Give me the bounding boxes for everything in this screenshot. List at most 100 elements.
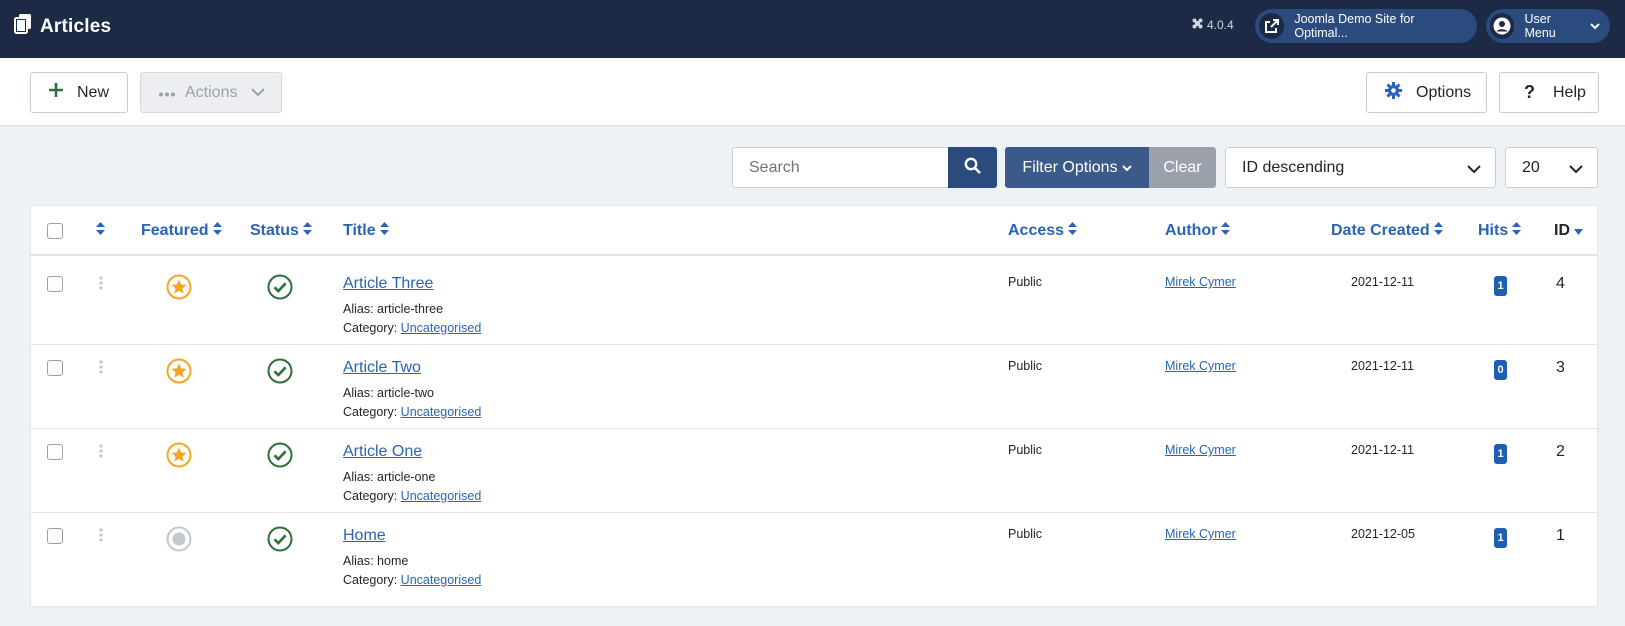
actions-button[interactable]: Actions	[140, 72, 282, 113]
chevron-down-icon	[1121, 159, 1132, 177]
star-icon[interactable]	[166, 358, 192, 389]
published-check-icon[interactable]	[267, 442, 293, 473]
date-created-column-header[interactable]: Date Created	[1331, 222, 1443, 240]
row-checkbox[interactable]	[47, 444, 63, 460]
sort-icon	[1221, 222, 1231, 240]
date-created: 2021-12-11	[1351, 275, 1415, 289]
row-checkbox[interactable]	[47, 276, 63, 292]
category-prefix: Category:	[343, 489, 401, 503]
drag-handle-icon[interactable]	[99, 444, 103, 463]
drag-handle-icon[interactable]	[99, 528, 103, 547]
article-alias: Alias: article-one	[343, 470, 435, 484]
id-header-label: ID	[1554, 222, 1570, 239]
hits-column-header[interactable]: Hits	[1478, 222, 1522, 240]
alias-prefix: Alias:	[343, 470, 378, 484]
status-header-label: Status	[250, 222, 299, 239]
category-link[interactable]: Uncategorised	[401, 321, 482, 335]
list-limit-select[interactable]: 20	[1505, 147, 1598, 188]
clear-button[interactable]: Clear	[1149, 147, 1216, 188]
article-title-link[interactable]: Home	[343, 527, 386, 545]
filter-options-button[interactable]: Filter Options	[1005, 147, 1149, 188]
article-title-link[interactable]: Article Three	[343, 275, 433, 293]
id-column-header[interactable]: ID	[1554, 222, 1583, 240]
star-icon[interactable]	[166, 442, 192, 473]
access-header-label: Access	[1008, 222, 1065, 239]
chevron-down-icon	[251, 84, 266, 102]
hits-badge: 1	[1494, 444, 1507, 464]
row-checkbox[interactable]	[47, 528, 63, 544]
sort-icon	[1068, 222, 1078, 240]
sort-icon	[1512, 222, 1522, 240]
date-created: 2021-12-11	[1351, 443, 1415, 457]
published-check-icon[interactable]	[267, 274, 293, 305]
article-alias: Alias: home	[343, 554, 408, 568]
hits-badge: 0	[1494, 360, 1507, 380]
hits-badge: 1	[1494, 276, 1507, 296]
author-header-label: Author	[1165, 222, 1218, 239]
category-link[interactable]: Uncategorised	[401, 489, 482, 503]
sort-icon	[212, 222, 222, 240]
article-category: Category: Uncategorised	[343, 405, 481, 419]
article-title-link[interactable]: Article Two	[343, 359, 421, 377]
date-created: 2021-12-11	[1351, 359, 1415, 373]
new-button[interactable]: New	[30, 72, 128, 113]
author-link[interactable]: Mirek Cymer	[1165, 443, 1236, 457]
access-column-header[interactable]: Access	[1008, 222, 1078, 240]
user-menu-button[interactable]: User Menu	[1486, 9, 1610, 43]
access-level: Public	[1008, 527, 1043, 541]
alias-prefix: Alias:	[343, 386, 378, 400]
unfeatured-icon[interactable]	[166, 526, 192, 557]
search-input[interactable]	[732, 147, 948, 188]
actions-button-label: Actions	[185, 83, 238, 101]
plus-icon	[49, 83, 63, 102]
alias-prefix: Alias:	[343, 554, 378, 568]
author-link[interactable]: Mirek Cymer	[1165, 359, 1236, 373]
article-id: 3	[1556, 359, 1565, 376]
star-icon[interactable]	[166, 274, 192, 305]
alias-value: article-three	[377, 302, 444, 316]
top-header: Articles 4.0.4 Joomla Demo Site for Opti…	[0, 0, 1625, 58]
author-link[interactable]: Mirek Cymer	[1165, 527, 1236, 541]
user-menu-label: User Menu	[1524, 12, 1556, 40]
alias-value: home	[377, 554, 409, 568]
date-created: 2021-12-05	[1351, 527, 1415, 541]
category-link[interactable]: Uncategorised	[401, 573, 482, 587]
chevron-down-icon	[1590, 19, 1600, 33]
external-link-icon	[1259, 13, 1285, 39]
sort-icon	[96, 222, 105, 240]
gear-icon	[1385, 81, 1402, 104]
ordering-select[interactable]: ID descending	[1225, 147, 1496, 188]
article-id: 4	[1556, 275, 1565, 292]
category-link[interactable]: Uncategorised	[401, 405, 482, 419]
status-column-header[interactable]: Status	[250, 222, 312, 240]
sort-icon	[379, 222, 389, 240]
drag-handle-icon[interactable]	[99, 276, 103, 295]
table-header: Featured Status Title Access Author Date…	[31, 206, 1597, 256]
author-column-header[interactable]: Author	[1165, 222, 1231, 240]
sort-desc-icon	[1574, 222, 1583, 240]
search-icon	[964, 157, 981, 179]
options-button[interactable]: Options	[1366, 72, 1487, 113]
title-column-header[interactable]: Title	[343, 222, 389, 240]
ordering-column-header[interactable]	[96, 222, 105, 240]
article-title-link[interactable]: Article One	[343, 443, 422, 461]
featured-column-header[interactable]: Featured	[141, 222, 222, 240]
sort-icon	[1433, 222, 1443, 240]
version-text: 4.0.4	[1207, 18, 1234, 32]
question-icon: ?	[1524, 82, 1535, 102]
chevron-down-icon	[1467, 161, 1481, 179]
joomla-icon	[1192, 18, 1203, 32]
hits-badge: 1	[1494, 528, 1507, 548]
new-button-label: New	[77, 83, 110, 101]
published-check-icon[interactable]	[267, 358, 293, 389]
table-row: Article Three Alias: article-three Categor…	[31, 258, 1597, 345]
drag-handle-icon[interactable]	[99, 360, 103, 379]
select-all-checkbox[interactable]	[47, 223, 63, 239]
help-button[interactable]: ? Help	[1499, 72, 1599, 113]
site-link-button[interactable]: Joomla Demo Site for Optimal...	[1255, 9, 1477, 43]
search-button[interactable]	[948, 147, 997, 188]
published-check-icon[interactable]	[267, 526, 293, 557]
row-checkbox[interactable]	[47, 360, 63, 376]
author-link[interactable]: Mirek Cymer	[1165, 275, 1236, 289]
article-alias: Alias: article-three	[343, 302, 443, 316]
